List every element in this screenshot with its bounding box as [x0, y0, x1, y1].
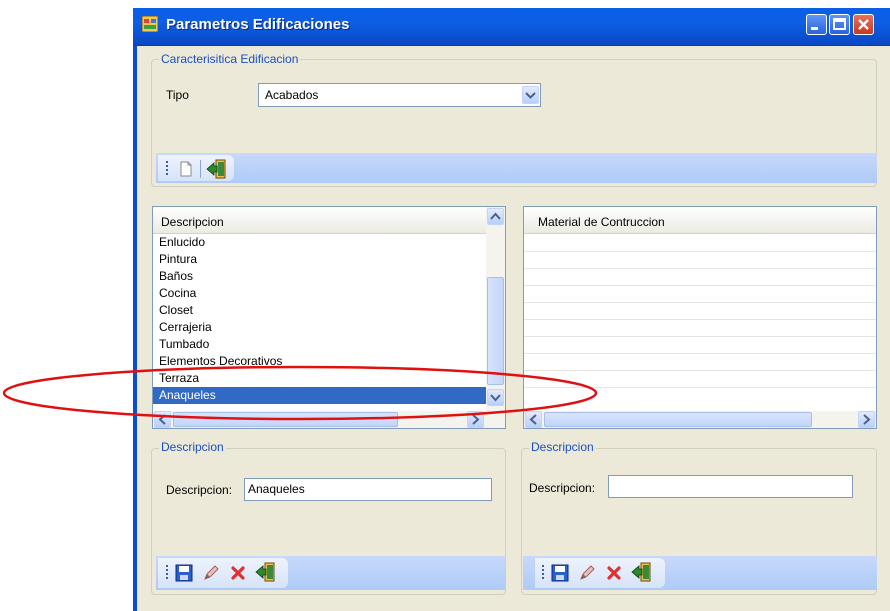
- annotation-ellipse: [2, 365, 598, 421]
